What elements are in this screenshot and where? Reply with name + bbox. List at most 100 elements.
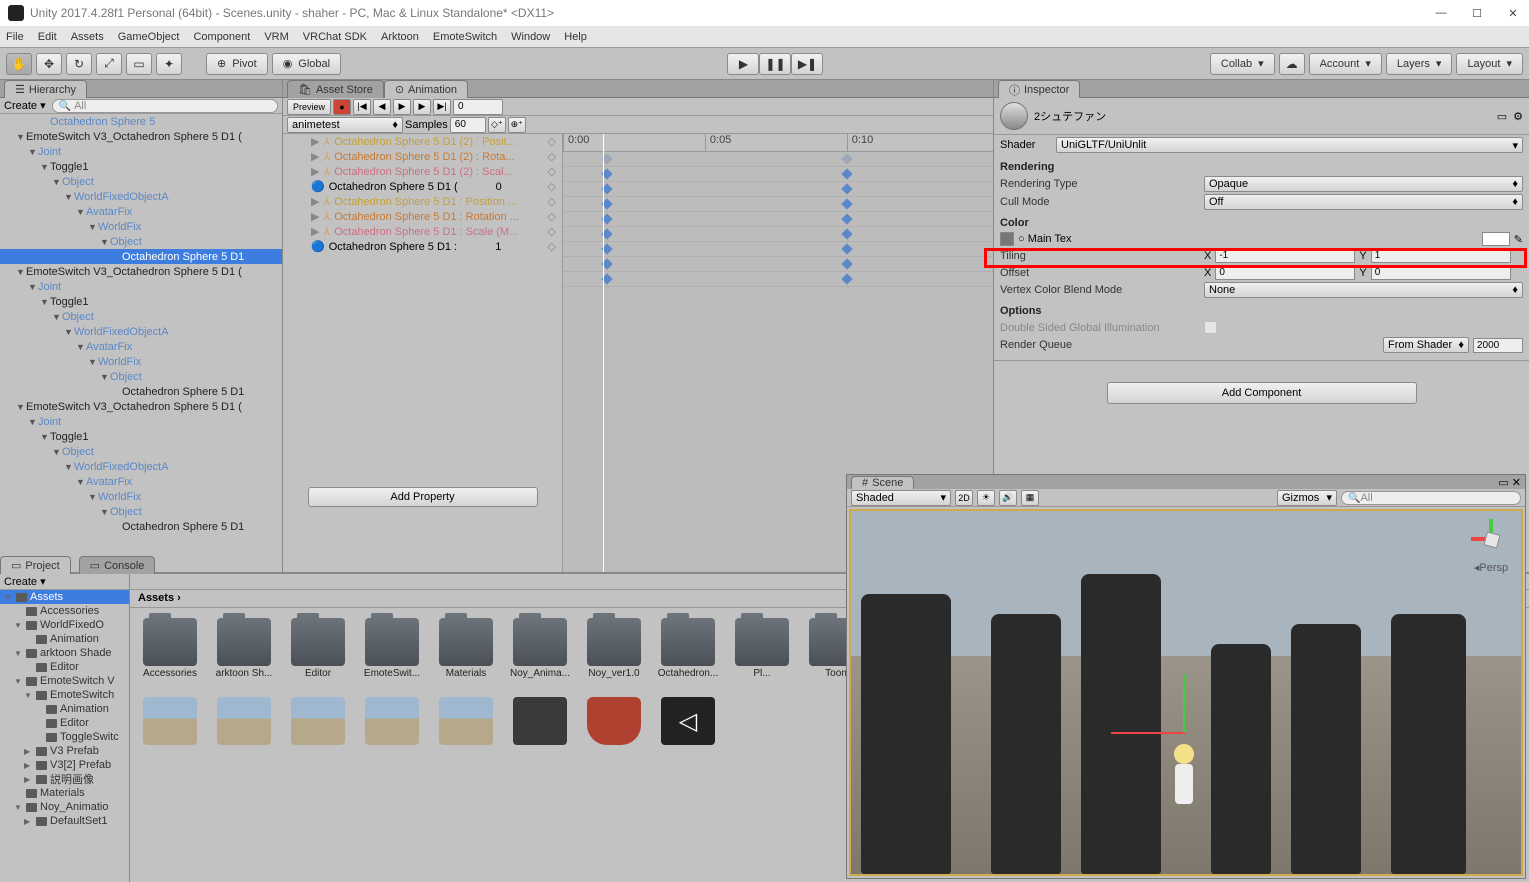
close-button[interactable]: ✕ xyxy=(1505,7,1521,20)
project-tree-item[interactable]: Accessories xyxy=(0,604,129,618)
project-tree-item[interactable]: ▶DefaultSet1 xyxy=(0,814,129,828)
keyframe-lane[interactable] xyxy=(563,167,993,182)
asset-item[interactable] xyxy=(436,697,496,747)
asset-item[interactable] xyxy=(584,697,644,747)
add-component-button[interactable]: Add Component xyxy=(1107,382,1417,404)
maximize-button[interactable]: ☐ xyxy=(1469,7,1485,20)
account-dropdown[interactable]: Account ▾ xyxy=(1309,53,1382,75)
menu-assets[interactable]: Assets xyxy=(71,31,104,43)
hierarchy-item[interactable]: ▼Object xyxy=(0,444,282,459)
hierarchy-item[interactable]: ▼AvatarFix xyxy=(0,204,282,219)
asset-item[interactable]: Editor xyxy=(288,618,348,683)
x-axis-gizmo[interactable] xyxy=(1111,732,1185,734)
hierarchy-search-input[interactable]: 🔍All xyxy=(52,99,278,113)
add-property-button[interactable]: Add Property xyxy=(308,487,538,507)
minimize-button[interactable]: — xyxy=(1433,7,1449,20)
hierarchy-item[interactable]: Octahedron Sphere 5 D1 xyxy=(0,519,282,534)
asset-item[interactable] xyxy=(140,697,200,747)
keyframe-lane[interactable] xyxy=(563,197,993,212)
anim-play-button[interactable]: ▶ xyxy=(393,99,411,115)
texture-slot-icon[interactable] xyxy=(1000,232,1014,246)
menu-vrm[interactable]: VRM xyxy=(264,31,288,43)
rotate-tool-button[interactable]: ↻ xyxy=(66,53,92,75)
hierarchy-item[interactable]: ▼Joint xyxy=(0,279,282,294)
project-create-dropdown[interactable]: Create ▾ xyxy=(4,575,46,588)
hierarchy-item[interactable]: ▼Joint xyxy=(0,414,282,429)
audio-toggle[interactable]: 🔊 xyxy=(999,490,1017,506)
hierarchy-item[interactable]: ▼WorldFixedObjectA xyxy=(0,459,282,474)
scene-search-input[interactable]: 🔍All xyxy=(1341,491,1521,505)
keyframe-lane[interactable] xyxy=(563,227,993,242)
keyframe-lane[interactable] xyxy=(563,182,993,197)
color-swatch[interactable] xyxy=(1482,232,1510,246)
layers-dropdown[interactable]: Layers ▾ xyxy=(1386,53,1453,75)
last-frame-button[interactable]: ▶| xyxy=(433,99,451,115)
hierarchy-item[interactable]: ▼WorldFix xyxy=(0,489,282,504)
menu-window[interactable]: Window xyxy=(511,31,550,43)
project-tree-item[interactable]: ▼EmoteSwitch xyxy=(0,688,129,702)
project-tree-item[interactable]: ▼arktoon Shade xyxy=(0,646,129,660)
prev-frame-button[interactable]: ◀ xyxy=(373,99,391,115)
hierarchy-item[interactable]: ▼Toggle1 xyxy=(0,159,282,174)
animation-tab[interactable]: ⊙ Animation xyxy=(384,80,468,98)
asset-item[interactable]: Pl... xyxy=(732,618,792,683)
hierarchy-item[interactable]: ▼WorldFixedObjectA xyxy=(0,324,282,339)
material-help-icon[interactable]: ▭ xyxy=(1497,110,1507,123)
preview-toggle[interactable]: Preview xyxy=(287,99,331,115)
project-tree-item[interactable]: ▼Assets xyxy=(0,590,129,604)
scale-tool-button[interactable]: ⤢ xyxy=(96,53,122,75)
eyedropper-icon[interactable]: ✎ xyxy=(1514,233,1523,246)
hierarchy-item[interactable]: ▼Object xyxy=(0,174,282,189)
menu-help[interactable]: Help xyxy=(564,31,587,43)
transform-tool-button[interactable]: ✦ xyxy=(156,53,182,75)
offset-x-input[interactable] xyxy=(1215,265,1355,280)
hierarchy-item[interactable]: Octahedron Sphere 5 D1 xyxy=(0,249,282,264)
scene-viewport[interactable]: ◂Persp xyxy=(849,509,1523,876)
project-tree-item[interactable]: ToggleSwitc xyxy=(0,730,129,744)
project-tree-item[interactable]: ▶説明画像 xyxy=(0,772,129,786)
hierarchy-item[interactable]: ▼Object xyxy=(0,234,282,249)
hierarchy-item[interactable]: ▼Toggle1 xyxy=(0,429,282,444)
shaded-dropdown[interactable]: Shaded▾ xyxy=(851,490,951,506)
asset-item[interactable] xyxy=(214,697,274,747)
play-button[interactable]: ▶ xyxy=(727,53,759,75)
vcbm-dropdown[interactable]: None♦ xyxy=(1204,282,1523,298)
tiling-y-input[interactable] xyxy=(1371,248,1511,263)
asset-item[interactable]: Noy_Anima... xyxy=(510,618,570,683)
animation-property[interactable]: ▶⅄Octahedron Sphere 5 D1 (2) : Rota...◇ xyxy=(283,149,562,164)
asset-item[interactable]: Octahedron... xyxy=(658,618,718,683)
rendering-type-dropdown[interactable]: Opaque♦ xyxy=(1204,176,1523,192)
asset-item[interactable] xyxy=(362,697,422,747)
project-tree-item[interactable]: ▶V3 Prefab xyxy=(0,744,129,758)
shader-dropdown[interactable]: UniGLTF/UniUnlit▾ xyxy=(1056,137,1523,153)
hierarchy-tab[interactable]: ☰ Hierarchy xyxy=(4,80,87,98)
scene-window-controls[interactable]: ▭ ✕ xyxy=(1498,476,1521,489)
asset-item[interactable]: ◁ xyxy=(658,697,718,747)
hierarchy-item[interactable]: ▼Object xyxy=(0,309,282,324)
menu-file[interactable]: File xyxy=(6,31,24,43)
asset-item[interactable]: EmoteSwit... xyxy=(362,618,422,683)
samples-field[interactable]: 60 xyxy=(450,117,486,133)
move-tool-button[interactable]: ✥ xyxy=(36,53,62,75)
render-queue-mode-dropdown[interactable]: From Shader♦ xyxy=(1383,337,1469,353)
keyframe-lane[interactable] xyxy=(563,152,993,167)
keyframe-lane[interactable] xyxy=(563,212,993,227)
hierarchy-item[interactable]: ▼Object xyxy=(0,369,282,384)
hierarchy-item[interactable]: ▼EmoteSwitch V3_Octahedron Sphere 5 D1 ( xyxy=(0,399,282,414)
keyframe-lane[interactable] xyxy=(563,257,993,272)
project-tab[interactable]: ▭ Project xyxy=(0,556,71,574)
cull-mode-dropdown[interactable]: Off♦ xyxy=(1204,194,1523,210)
rect-tool-button[interactable]: ▭ xyxy=(126,53,152,75)
orientation-gizmo[interactable]: ◂Persp xyxy=(1471,519,1511,574)
hierarchy-item[interactable]: ▼WorldFixedObjectA xyxy=(0,189,282,204)
gizmos-dropdown[interactable]: Gizmos▾ xyxy=(1277,490,1337,506)
hand-tool-button[interactable]: ✋ xyxy=(6,53,32,75)
fx-toggle[interactable]: ▦ xyxy=(1021,490,1039,506)
create-dropdown[interactable]: Create ▾ xyxy=(4,99,46,112)
asset-item[interactable] xyxy=(510,697,570,747)
project-tree-item[interactable]: Materials xyxy=(0,786,129,800)
hierarchy-item[interactable]: ▼WorldFix xyxy=(0,219,282,234)
animation-property[interactable]: 🔵Octahedron Sphere 5 D1 (0◇ xyxy=(283,179,562,194)
keyframe-lane[interactable] xyxy=(563,242,993,257)
clip-dropdown[interactable]: animetest♦ xyxy=(287,117,403,133)
